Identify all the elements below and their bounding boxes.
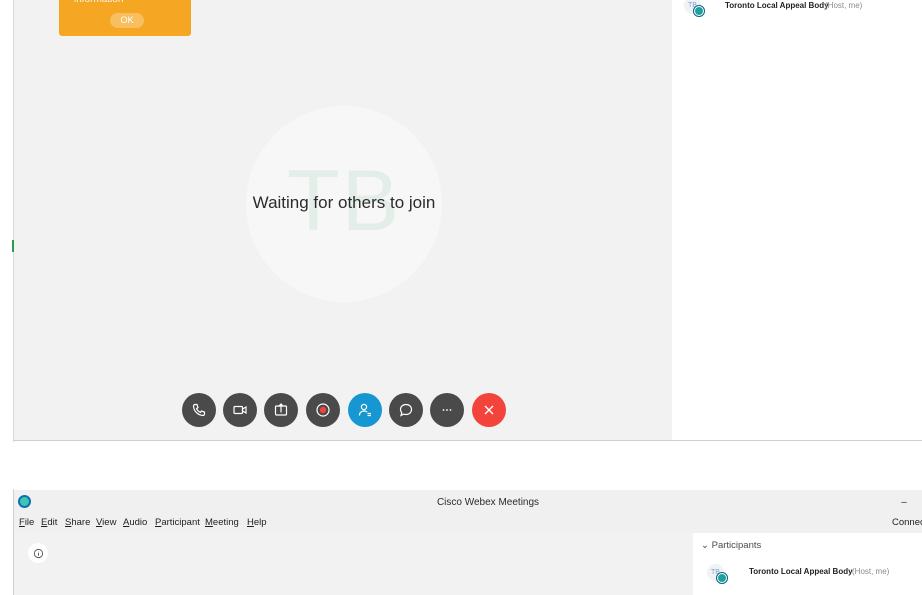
menu-audio-label: udio [129,517,148,528]
notice-ok-button[interactable]: OK [110,13,144,28]
chat-icon [399,403,413,417]
menu-help[interactable]: Help [247,517,267,528]
participant-name: Toronto Local Appeal Body [749,567,853,576]
end-meeting-button[interactable] [472,393,506,427]
participant-status-icon [694,6,704,16]
record-button[interactable] [306,393,340,427]
participants-panel-header[interactable]: ⌄ Participants [701,540,761,551]
participant-role: (Host, me) [852,567,890,576]
chevron-down-icon: ⌄ [701,540,709,551]
menu-help-label: elp [253,517,267,528]
video-button[interactable] [223,393,257,427]
video-stage-bottom [14,533,693,595]
record-icon [316,403,330,417]
menu-share[interactable]: Share [65,517,90,528]
menu-meeting[interactable]: Meeting [205,517,239,528]
webex-logo-icon [18,495,31,508]
menu-share-label: hare [71,517,91,528]
menu-meeting-label: eeting [212,517,239,528]
chat-button[interactable] [389,393,423,427]
meeting-info-button[interactable] [28,543,48,563]
close-icon [484,405,494,415]
minimize-button[interactable]: – [897,497,911,508]
menu-view-label: iew [102,517,117,528]
participants-header-label: Participants [711,540,762,551]
more-icon [442,409,452,411]
menu-edit[interactable]: Edit [41,517,57,528]
left-window-edge [0,0,14,442]
menu-bar [14,514,922,533]
participant-role: (Host, me) [825,1,863,10]
menu-participant-label: articipant [161,517,200,528]
participants-icon [358,403,371,417]
share-icon [274,403,288,416]
more-options-button[interactable] [430,393,464,427]
camera-icon [233,405,247,415]
phone-icon [192,403,206,417]
audio-button[interactable] [182,393,216,427]
participant-status-icon [717,573,727,583]
notice-text: information [74,0,123,5]
menu-help-mnemonic: H [247,517,254,528]
menu-audio[interactable]: Audio [123,517,147,528]
menu-view[interactable]: View [96,517,116,528]
menu-meeting-mnemonic: M [205,517,213,528]
menu-file[interactable]: File [19,517,34,528]
participant-name: Toronto Local Appeal Body [725,1,829,10]
share-button[interactable] [264,393,298,427]
participants-panel [672,0,922,440]
menu-participant[interactable]: Participant [155,517,200,528]
window-divider [14,440,922,441]
menu-edit-label: dit [47,517,58,528]
connect-status[interactable]: Connec [892,517,922,528]
info-icon [33,548,43,558]
waiting-message: Waiting for others to join [252,193,436,212]
menu-file-label: ile [24,517,35,528]
window-title: Cisco Webex Meetings [436,497,540,508]
participants-button[interactable] [348,393,382,427]
